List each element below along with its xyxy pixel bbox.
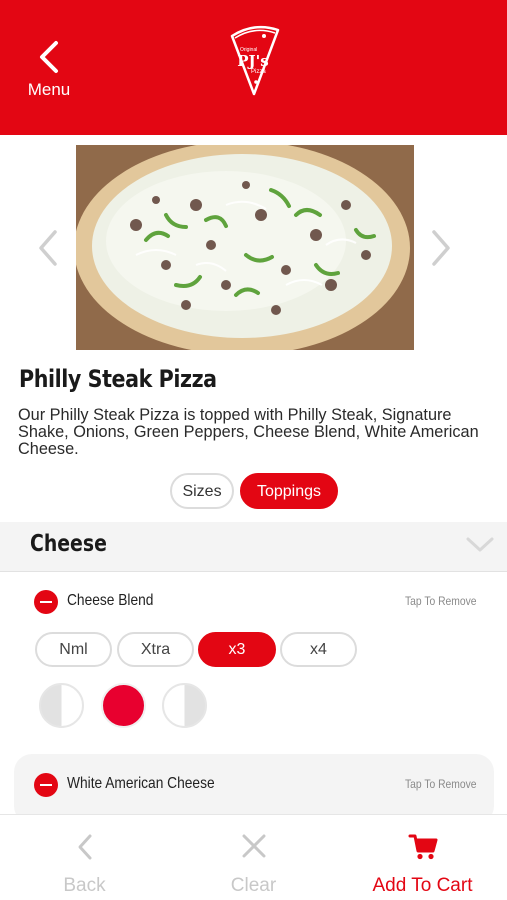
clear-button[interactable]: Clear bbox=[169, 815, 338, 900]
product-title: Philly Steak Pizza bbox=[19, 365, 217, 393]
tap-to-remove-label[interactable]: Tap To Remove bbox=[405, 594, 477, 608]
topping-name-white-american-cheese: White American Cheese bbox=[67, 775, 215, 792]
menu-back-label: Menu bbox=[27, 80, 71, 99]
product-image bbox=[76, 145, 414, 350]
portion-right-half-button[interactable] bbox=[162, 683, 207, 728]
logo-text: PJ's bbox=[237, 52, 269, 70]
add-to-cart-button[interactable]: Add To Cart bbox=[338, 815, 507, 900]
clear-label: Clear bbox=[230, 875, 277, 896]
amount-xtra-button[interactable]: Xtra bbox=[117, 632, 194, 667]
menu-back-button[interactable]: Menu bbox=[18, 40, 80, 110]
shopping-cart-icon bbox=[408, 834, 437, 860]
back-button[interactable]: Back bbox=[0, 815, 169, 900]
bottom-action-bar: Back Clear Add To Cart bbox=[0, 814, 507, 900]
amount-x3-button[interactable]: x3 bbox=[198, 632, 276, 667]
remove-white-american-cheese-button[interactable] bbox=[34, 773, 58, 797]
product-description: Our Philly Steak Pizza is topped with Ph… bbox=[18, 406, 479, 458]
chevron-left-icon bbox=[40, 41, 58, 73]
section-header-cheese[interactable]: Cheese bbox=[0, 522, 507, 572]
back-label: Back bbox=[63, 875, 106, 896]
add-to-cart-label: Add To Cart bbox=[372, 875, 473, 896]
chevron-down-icon bbox=[466, 537, 494, 552]
tab-sizes[interactable]: Sizes bbox=[170, 473, 234, 509]
amount-nml-button[interactable]: Nml bbox=[35, 632, 112, 667]
portion-whole-button[interactable] bbox=[101, 683, 146, 728]
carousel-next-icon[interactable] bbox=[428, 228, 454, 268]
topping-name-cheese-blend: Cheese Blend bbox=[67, 592, 154, 609]
section-title: Cheese bbox=[30, 531, 107, 557]
logo-small-bottom-text: Pizza bbox=[251, 69, 266, 75]
close-icon bbox=[242, 834, 265, 858]
tap-to-remove-label[interactable]: Tap To Remove bbox=[405, 777, 477, 791]
portion-left-half-button[interactable] bbox=[39, 683, 84, 728]
amount-x4-button[interactable]: x4 bbox=[280, 632, 357, 667]
remove-cheese-blend-button[interactable] bbox=[34, 590, 58, 614]
app-header: Menu Original PJ's Pizza bbox=[0, 0, 507, 135]
carousel-prev-icon[interactable] bbox=[35, 228, 61, 268]
chevron-left-icon bbox=[78, 834, 91, 860]
tab-toppings[interactable]: Toppings bbox=[240, 473, 338, 509]
